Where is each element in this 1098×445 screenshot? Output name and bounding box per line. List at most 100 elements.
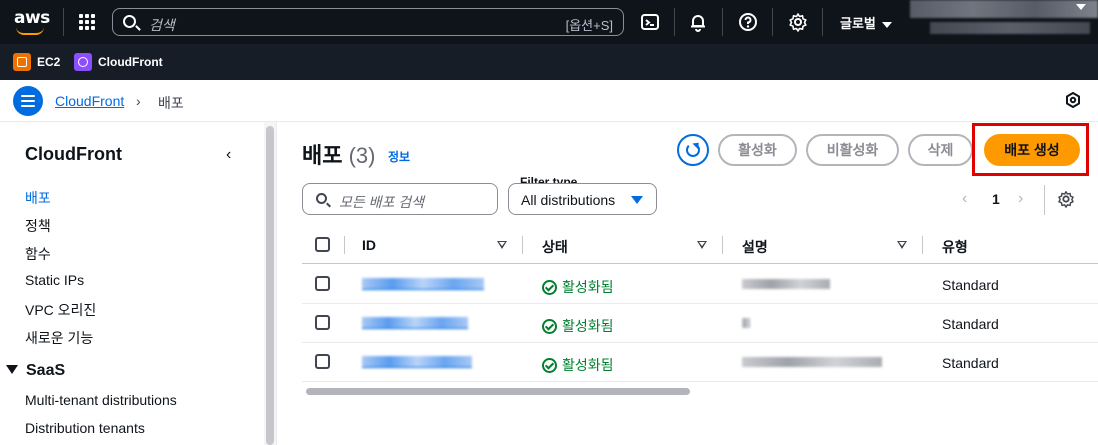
sidebar-item-multi-tenant[interactable]: Multi-tenant distributions xyxy=(25,392,177,408)
row-checkbox[interactable] xyxy=(315,315,330,330)
favorite-cloudfront[interactable]: CloudFront xyxy=(74,53,163,71)
divider xyxy=(674,8,675,36)
delete-button[interactable]: 삭제 xyxy=(908,134,973,166)
enable-button[interactable]: 활성화 xyxy=(718,134,797,166)
services-grid-icon[interactable] xyxy=(79,14,95,30)
ec2-icon xyxy=(13,53,31,71)
sidebar-item-vpc-origins[interactable]: VPC 오리진 xyxy=(25,300,96,320)
column-header-id[interactable]: ID xyxy=(362,237,376,253)
account-menu[interactable] xyxy=(910,0,1098,18)
chevron-down-icon xyxy=(881,21,892,28)
chevron-down-icon xyxy=(1076,4,1086,10)
table-header: ID 상태 설명 유형 xyxy=(302,228,1098,264)
region-selector[interactable]: 글로벌 xyxy=(840,13,892,32)
sort-icon[interactable] xyxy=(697,241,707,249)
preferences-icon[interactable] xyxy=(1065,92,1081,108)
sidebar-scrollbar[interactable] xyxy=(264,122,276,445)
favorite-label: EC2 xyxy=(37,55,61,69)
favorite-ec2[interactable]: EC2 xyxy=(13,53,60,71)
account-id xyxy=(930,22,1090,34)
type-cell: Standard xyxy=(942,355,999,371)
refresh-icon xyxy=(686,143,700,157)
check-circle-icon xyxy=(542,279,557,295)
divider xyxy=(772,8,773,36)
help-icon[interactable] xyxy=(738,12,758,32)
description-cell xyxy=(742,318,750,328)
sidebar-item-distribution-tenants[interactable]: Distribution tenants xyxy=(25,420,145,436)
search-icon xyxy=(316,193,327,204)
distribution-id-link[interactable] xyxy=(362,356,472,368)
column-header-description[interactable]: 설명 xyxy=(742,237,768,257)
sort-icon[interactable] xyxy=(497,241,507,249)
table-row[interactable]: 활성화됨 Standard xyxy=(302,265,1098,304)
sidebar-item-distributions[interactable]: 배포 xyxy=(25,188,51,208)
aws-logo[interactable]: aws xyxy=(14,9,50,35)
column-divider[interactable] xyxy=(522,236,523,254)
bell-icon[interactable] xyxy=(688,12,708,32)
row-checkbox[interactable] xyxy=(315,276,330,291)
sort-icon[interactable] xyxy=(897,241,907,249)
column-divider xyxy=(344,236,345,254)
search-icon xyxy=(123,15,136,28)
sidebar-item-policies[interactable]: 정책 xyxy=(25,216,51,236)
row-checkbox[interactable] xyxy=(315,354,330,369)
distribution-search-input[interactable]: 모든 배포 검색 xyxy=(302,183,498,215)
sidebar-item-functions[interactable]: 함수 xyxy=(25,244,51,264)
collapse-sidebar-icon[interactable]: ‹ xyxy=(226,146,231,164)
distribution-id-link[interactable] xyxy=(362,317,468,329)
cloudshell-icon[interactable] xyxy=(640,12,660,32)
check-circle-icon xyxy=(542,318,557,334)
breadcrumb-current: 배포 xyxy=(158,95,184,111)
status-text: 활성화됨 xyxy=(562,318,614,334)
status-text: 활성화됨 xyxy=(562,357,614,373)
next-page-button[interactable]: › xyxy=(1018,190,1023,208)
search-placeholder: 모든 배포 검색 xyxy=(339,194,425,210)
aws-smile-icon xyxy=(16,27,44,35)
aws-logo-text: aws xyxy=(14,8,50,28)
sidebar-section-saas[interactable]: SaaS xyxy=(6,362,65,380)
table-settings-icon[interactable] xyxy=(1057,190,1075,208)
status-text: 활성화됨 xyxy=(562,279,614,295)
caret-down-icon xyxy=(631,196,643,204)
disable-button[interactable]: 비활성화 xyxy=(806,134,899,166)
favorites-bar: EC2 CloudFront xyxy=(0,44,1098,80)
divider xyxy=(63,8,64,36)
table-row[interactable]: 활성화됨 Standard xyxy=(302,343,1098,382)
sidebar-item-static-ips[interactable]: Static IPs xyxy=(25,272,84,288)
divider xyxy=(722,8,723,36)
favorite-label: CloudFront xyxy=(98,55,163,69)
column-header-type[interactable]: 유형 xyxy=(942,237,968,257)
region-label: 글로벌 xyxy=(840,16,876,31)
table-horizontal-scrollbar[interactable] xyxy=(302,385,1098,397)
description-cell xyxy=(742,357,882,367)
search-placeholder: 검색 xyxy=(149,17,175,33)
divider xyxy=(1044,185,1045,215)
column-header-status[interactable]: 상태 xyxy=(542,237,568,257)
filter-type-select[interactable]: All distributions xyxy=(508,183,657,215)
distribution-id-link[interactable] xyxy=(362,278,484,290)
breadcrumb-cloudfront-link[interactable]: CloudFront xyxy=(55,93,124,109)
page-title: 배포 (3) xyxy=(302,138,376,170)
select-all-checkbox[interactable] xyxy=(315,237,330,252)
table-row[interactable]: 활성화됨 Standard xyxy=(302,304,1098,343)
top-nav-bar: aws 검색 [옵션+S] 글로벌 xyxy=(0,0,1098,44)
status-badge: 활성화됨 xyxy=(542,316,614,336)
global-search-input[interactable]: 검색 [옵션+S] xyxy=(112,8,624,36)
filter-type-value: All distributions xyxy=(521,192,616,208)
hamburger-menu-button[interactable] xyxy=(13,86,43,116)
previous-page-button[interactable]: ‹ xyxy=(962,190,967,208)
status-badge: 활성화됨 xyxy=(542,277,614,297)
info-link[interactable]: 정보 xyxy=(388,148,410,165)
breadcrumb: CloudFront › 배포 xyxy=(0,80,1098,122)
divider xyxy=(276,122,277,445)
divider xyxy=(822,8,823,36)
sidebar-item-whats-new[interactable]: 새로운 기능 xyxy=(25,328,93,348)
type-cell: Standard xyxy=(942,277,999,293)
caret-down-icon xyxy=(6,365,18,374)
column-divider[interactable] xyxy=(722,236,723,254)
type-cell: Standard xyxy=(942,316,999,332)
refresh-button[interactable] xyxy=(677,134,709,166)
column-divider[interactable] xyxy=(922,236,923,254)
current-page-number[interactable]: 1 xyxy=(992,191,1000,207)
gear-icon[interactable] xyxy=(788,12,808,32)
